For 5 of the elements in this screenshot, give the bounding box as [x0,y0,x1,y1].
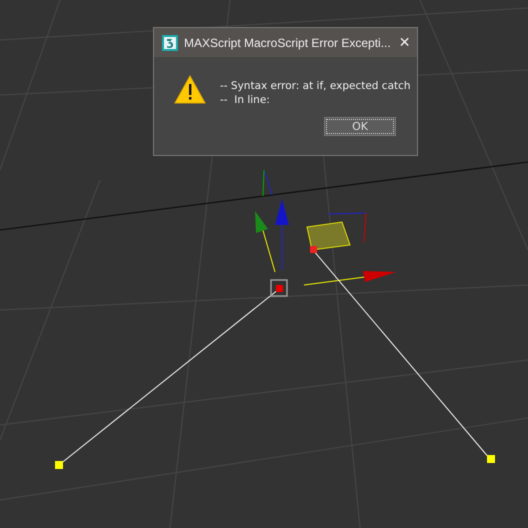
error-message-line: -- Syntax error: at if, expected catch [220,79,411,93]
close-button[interactable]: ✕ [396,34,412,50]
ok-button[interactable]: OK [324,117,396,136]
error-message-line: -- In line: [220,93,271,107]
dialog-title: MAXScript MacroScript Error Excepti... [184,36,391,50]
